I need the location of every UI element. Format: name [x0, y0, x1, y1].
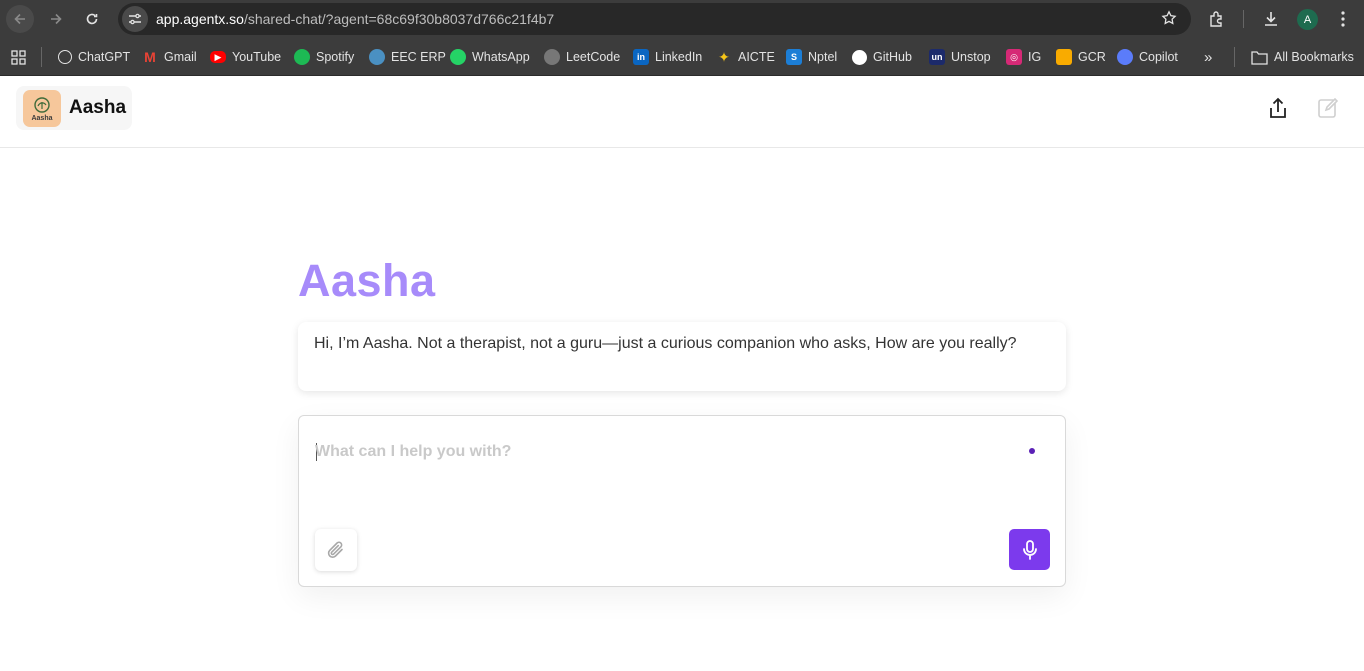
bookmark-label: AICTE	[738, 50, 775, 64]
bookmark-aicte[interactable]: ✦ AICTE	[716, 47, 775, 67]
folder-icon	[1251, 50, 1268, 65]
bookmark-whatsapp[interactable]: WhatsApp	[450, 47, 530, 67]
reload-button[interactable]	[78, 5, 106, 33]
bookmark-ig[interactable]: ◎ IG	[1006, 47, 1041, 67]
bookmark-unstop[interactable]: un Unstop	[929, 47, 991, 67]
bookmark-nptel[interactable]: S Nptel	[786, 47, 837, 67]
agent-title: Aasha	[298, 255, 436, 306]
bookmark-label: WhatsApp	[472, 50, 530, 64]
bookmark-label: Spotify	[316, 50, 355, 64]
site-info-button[interactable]	[122, 6, 148, 32]
nptel-icon: S	[786, 49, 802, 65]
leaf-logo-icon	[34, 96, 50, 113]
chat-composer	[298, 415, 1066, 587]
instagram-icon: ◎	[1006, 49, 1022, 65]
bookmark-label: Unstop	[951, 50, 991, 64]
bookmark-gcr[interactable]: GCR	[1056, 47, 1106, 67]
attach-button[interactable]	[315, 529, 357, 571]
classroom-icon	[1056, 49, 1072, 65]
agent-brand[interactable]: Aasha Aasha	[16, 86, 132, 130]
bookmark-label: YouTube	[232, 50, 282, 64]
profile-avatar[interactable]: A	[1297, 9, 1318, 30]
microphone-icon	[1022, 539, 1037, 560]
bookmark-linkedin[interactable]: in LinkedIn	[633, 47, 702, 67]
back-button[interactable]	[6, 5, 34, 33]
apps-grid-icon[interactable]	[11, 47, 26, 67]
all-bookmarks-folder[interactable]: All Bookmarks	[1251, 47, 1354, 67]
bookmark-label: GitHub	[873, 50, 912, 64]
unstop-icon: un	[929, 49, 945, 65]
erp-icon	[369, 49, 385, 65]
linkedin-icon: in	[633, 49, 649, 65]
bookmark-label: Nptel	[808, 50, 838, 64]
forward-button[interactable]	[42, 5, 70, 33]
chatgpt-icon	[58, 50, 72, 64]
url-text: app.agentx.so/shared-chat/?agent=68c69f3…	[156, 11, 555, 27]
bookmark-label: Copilot	[1139, 50, 1178, 64]
tune-icon	[129, 13, 141, 25]
github-icon	[852, 49, 867, 65]
status-dot	[1029, 448, 1035, 454]
bookmark-copilot[interactable]: Copilot	[1117, 47, 1178, 67]
browser-menu-icon[interactable]	[1332, 8, 1354, 30]
bookmark-label: EEC ERP	[391, 50, 446, 64]
bookmark-youtube[interactable]: ▶ YouTube	[210, 47, 281, 67]
app-header: Aasha Aasha	[0, 77, 1364, 148]
bookmark-star-icon[interactable]	[1161, 10, 1177, 31]
agent-logo: Aasha	[23, 90, 61, 127]
message-input[interactable]	[315, 438, 1005, 466]
share-icon[interactable]	[1265, 95, 1291, 121]
arrow-left-icon	[14, 13, 25, 25]
all-bookmarks-label: All Bookmarks	[1274, 50, 1354, 64]
aicte-icon: ✦	[718, 48, 730, 65]
bookmark-chatgpt[interactable]: ChatGPT	[58, 47, 130, 67]
bookmark-label: GCR	[1078, 50, 1106, 64]
agent-name: Aasha	[69, 97, 127, 118]
bookmark-github[interactable]: GitHub	[852, 47, 912, 67]
logo-text: Aasha	[31, 114, 53, 122]
voice-input-button[interactable]	[1009, 529, 1050, 570]
gmail-icon: M	[144, 49, 156, 65]
bookmark-label: LeetCode	[566, 50, 621, 64]
extensions-icon[interactable]	[1206, 8, 1228, 30]
whatsapp-icon	[450, 49, 466, 65]
bookmark-eec-erp[interactable]: EEC ERP	[369, 47, 446, 67]
arrow-right-icon	[51, 13, 62, 25]
bookmark-label: Gmail	[164, 50, 197, 64]
toolbar-divider	[1243, 10, 1244, 28]
paperclip-icon	[327, 541, 343, 558]
bookmark-spotify[interactable]: Spotify	[294, 47, 354, 67]
globe-icon	[544, 49, 560, 65]
download-icon[interactable]	[1260, 8, 1282, 30]
bookmark-label: ChatGPT	[78, 50, 131, 64]
bookmark-label: IG	[1028, 50, 1042, 64]
bookmark-leetcode[interactable]: LeetCode	[544, 47, 620, 67]
more-bookmarks-button[interactable]: »	[1204, 47, 1212, 67]
bookmarks-divider	[1234, 47, 1235, 67]
bookmarks-bar: ChatGPT M Gmail ▶ YouTube Spotify EEC ERP …	[0, 38, 1364, 76]
bookmark-gmail[interactable]: M Gmail	[142, 47, 197, 67]
spotify-icon	[294, 49, 310, 65]
bookmarks-divider	[41, 47, 42, 67]
reload-icon	[86, 13, 98, 25]
intro-message-card: Hi, I’m Aasha. Not a therapist, not a gu…	[298, 322, 1066, 391]
new-chat-edit-icon[interactable]	[1315, 95, 1341, 121]
youtube-icon: ▶	[210, 51, 226, 63]
copilot-icon	[1117, 49, 1133, 65]
bookmark-label: LinkedIn	[655, 50, 703, 64]
intro-message-text: Hi, I’m Aasha. Not a therapist, not a gu…	[314, 335, 1017, 352]
browser-toolbar: app.agentx.so/shared-chat/?agent=68c69f3…	[0, 0, 1364, 38]
address-bar[interactable]: app.agentx.so/shared-chat/?agent=68c69f3…	[118, 3, 1191, 35]
